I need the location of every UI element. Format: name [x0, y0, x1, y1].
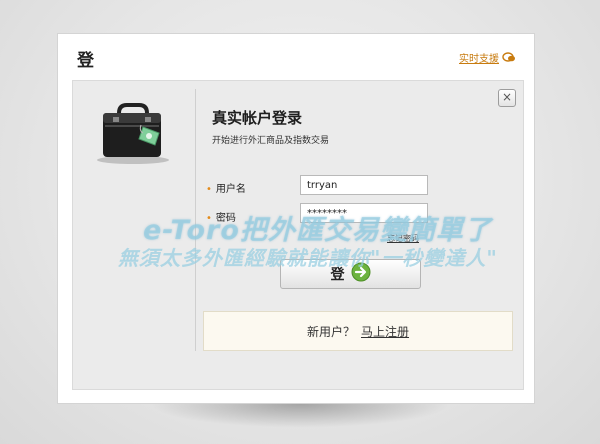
- login-subheading: 开始进行外汇商品及指数交易: [212, 136, 330, 146]
- new-user-box: 新用户？ 马上注册: [203, 311, 513, 351]
- username-input[interactable]: [300, 175, 428, 195]
- new-user-question: 新用户？: [306, 324, 355, 339]
- dialog-title: 登: [77, 51, 94, 71]
- username-label-text: 用户名: [215, 184, 246, 195]
- required-marker: •: [206, 184, 212, 195]
- briefcase-icon: [93, 103, 173, 169]
- watermark-line-2: 無須太多外匯經驗就能讓你"一秒變達人": [118, 246, 498, 270]
- register-link[interactable]: 马上注册: [361, 323, 409, 340]
- chat-bubble-icon: [502, 52, 516, 63]
- live-support-link[interactable]: 实时支援: [459, 50, 516, 65]
- username-label: • 用户名: [206, 180, 246, 195]
- close-button[interactable]: ×: [498, 89, 516, 107]
- live-support-label: 实时支援: [459, 54, 499, 65]
- login-heading: 真实帐户登录: [212, 109, 303, 127]
